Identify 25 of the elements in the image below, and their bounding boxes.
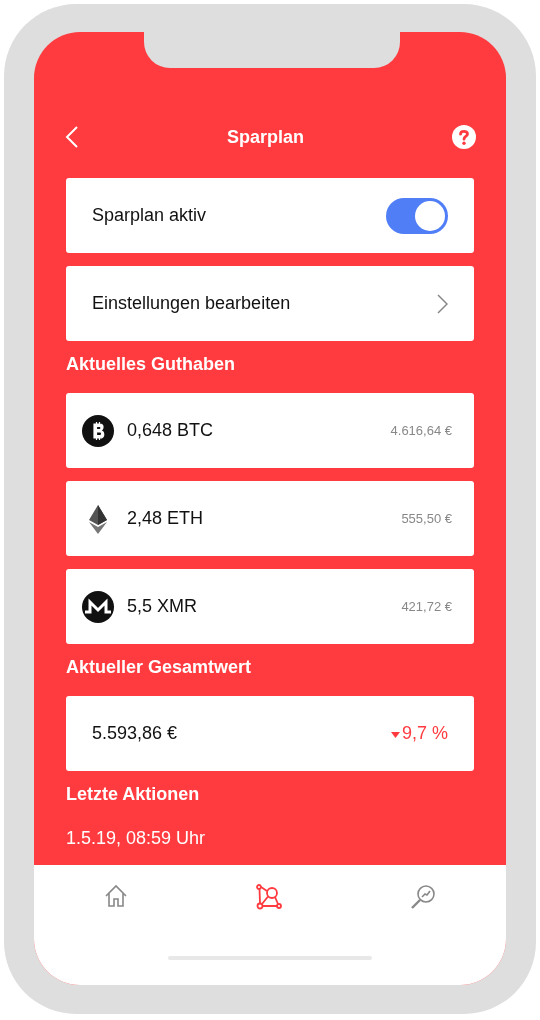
home-icon — [104, 884, 128, 908]
screen-title: Sparplan — [227, 126, 304, 148]
coin-amount: 0,648 BTC — [127, 420, 215, 441]
coin-value: 4.616,64 € — [390, 423, 452, 438]
section-heading: Letzte Aktionen — [66, 783, 201, 806]
section-heading: Aktueller Gesamtwert — [66, 656, 253, 679]
coin-amount: 2,48 ETH — [127, 508, 205, 529]
search-icon — [410, 884, 436, 910]
network-icon — [256, 884, 282, 910]
total-value: 5.593,86 € — [92, 723, 179, 744]
section-heading: Aktuelles Guthaben — [66, 353, 237, 376]
action-date: 1.5.19, 08:59 Uhr — [66, 828, 207, 849]
toggle-switch[interactable] — [386, 197, 448, 234]
toggle-label: Sparplan aktiv — [92, 205, 207, 226]
nav-tab[interactable] — [254, 882, 284, 912]
coin-value: 555,50 € — [401, 511, 452, 526]
monero-icon — [82, 590, 114, 623]
back-button[interactable] — [65, 126, 79, 148]
bitcoin-icon — [82, 414, 114, 447]
settings-row[interactable]: Einstellungen bearbeiten — [66, 266, 474, 341]
help-button[interactable] — [452, 125, 476, 149]
chevron-right-icon — [437, 293, 448, 314]
coin-amount: 5,5 XMR — [127, 596, 199, 617]
coin-value: 421,72 € — [401, 599, 452, 614]
change-percent: 9,7 % — [401, 723, 448, 744]
